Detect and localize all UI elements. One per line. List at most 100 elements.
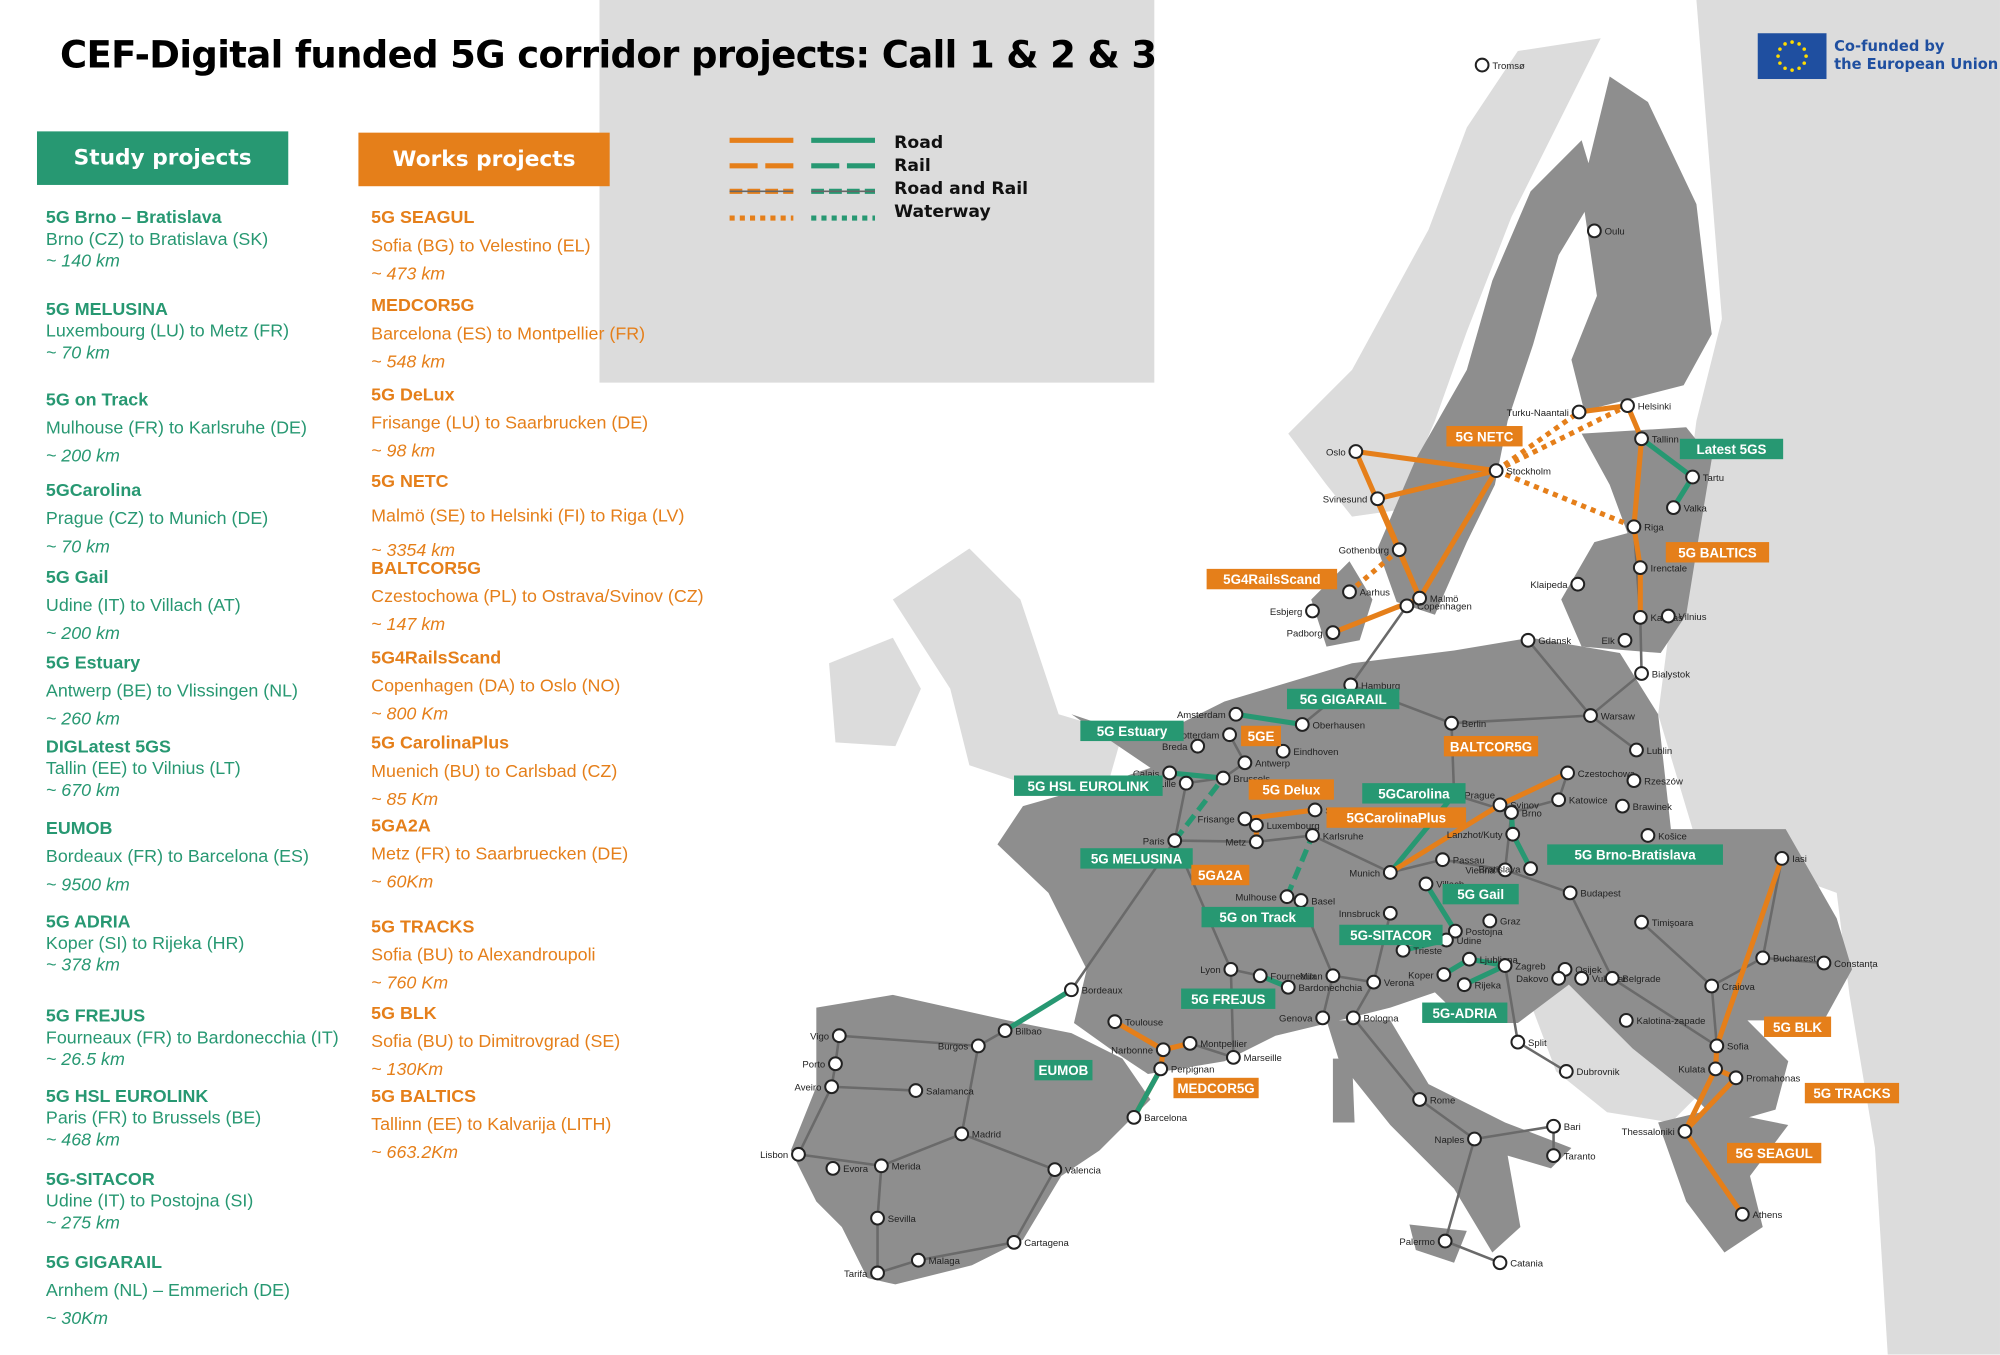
city-dot-icon: [1345, 1010, 1361, 1026]
city-label: Amsterdam: [1177, 710, 1226, 721]
project-entry: 5G SEAGUL Sofia (BG) to Velestino (EL) ~ 4…: [371, 207, 590, 285]
city-dot-icon: [1617, 632, 1633, 648]
city-label: Warsaw: [1601, 711, 1635, 722]
city-label: Tartu: [1703, 473, 1724, 484]
city-marker: Tallinn: [1634, 431, 1679, 447]
city-label: Kulata: [1678, 1065, 1706, 1076]
city-label: Klaipeda: [1530, 580, 1568, 591]
project-length: ~ 30Km: [45, 1307, 108, 1328]
city-label: Salamanca: [926, 1086, 974, 1097]
star-icon: [1778, 47, 1782, 51]
project-route: Arnhem (NL) – Emmerich (DE): [45, 1279, 291, 1300]
city-dot-icon: [1248, 834, 1264, 850]
city-marker: Lille: [1159, 775, 1194, 791]
city-dot-icon: [970, 1038, 986, 1054]
city-label: Marseille: [1244, 1053, 1282, 1064]
city-dot-icon: [1634, 666, 1649, 681]
city-marker: Salamanca: [908, 1083, 974, 1098]
city-dot-icon: [1155, 1042, 1171, 1058]
city-dot-icon: [1275, 743, 1291, 759]
city-marker: Czestochowa: [1560, 765, 1636, 781]
city-label: Aarhus: [1360, 588, 1390, 599]
city-label: Oulu: [1605, 227, 1625, 238]
city-dot-icon: [1228, 706, 1244, 722]
city-dot-icon: [1223, 961, 1239, 977]
project-length: ~ 200 km: [45, 445, 120, 466]
project-length: ~ 200 km: [45, 622, 120, 643]
project-tag: MEDCOR5G: [1173, 1077, 1259, 1099]
city-marker: Marseille: [1226, 1049, 1282, 1065]
city-marker: Burgos: [938, 1038, 986, 1054]
city-label: Timişoara: [1652, 918, 1694, 929]
city-marker: Aveiro: [795, 1079, 840, 1095]
city-label: Bardonechchia: [1298, 983, 1362, 994]
project-entry: BALTCOR5G Czestochowa (PL) to Ostrava/Svi…: [371, 557, 703, 635]
city-label: Tallinn: [1652, 435, 1679, 446]
city-label: Oslo: [1326, 447, 1346, 458]
city-marker: Perpignan: [1153, 1061, 1214, 1077]
project-length: ~ 85 Km: [371, 788, 439, 809]
project-tag: EUMOB: [1034, 1059, 1093, 1081]
star-icon: [1790, 68, 1794, 72]
city-marker: Helsinki: [1620, 398, 1671, 414]
city-marker: Lyon: [1200, 961, 1239, 977]
project-name: 5G SEAGUL: [371, 206, 475, 228]
project-route: Czestochowa (PL) to Ostrava/Svinov (CZ): [371, 585, 704, 606]
city-label: Rome: [1430, 1095, 1455, 1106]
city-marker: Verona: [1366, 974, 1415, 990]
project-tag-label: 5G on Track: [1219, 910, 1296, 925]
city-marker: Tromsø: [1474, 57, 1525, 73]
city-marker: Bilbao: [997, 1023, 1042, 1039]
city-label: Valka: [1684, 503, 1708, 514]
project-tag-label: 5G Gail: [1457, 887, 1504, 902]
city-dot-icon: [1461, 951, 1477, 967]
city-label: Narbonne: [1111, 1046, 1153, 1057]
city-label: Copenhagen: [1417, 602, 1472, 613]
city-dot-icon: [910, 1252, 926, 1268]
city-label: Bilbao: [1015, 1026, 1042, 1037]
project-route: Koper (SI) to Rijeka (HR): [45, 932, 245, 953]
city-dot-icon: [1418, 876, 1434, 892]
city-marker: Innsbruck: [1339, 905, 1398, 921]
eu-cofunded-text: Co-funded by the European Union: [1834, 37, 1998, 73]
project-length: ~ 473 km: [371, 262, 446, 284]
city-marker: Rome: [1412, 1092, 1455, 1107]
project-entry: 5G4RailsScand Copenhagen (DA) to Oslo (NO…: [371, 647, 620, 725]
city-dot-icon: [1215, 770, 1231, 786]
city-marker: Constanța: [1816, 955, 1878, 971]
project-name: 5G4RailsScand: [371, 646, 502, 668]
city-marker: Frisange: [1198, 811, 1253, 827]
city-marker: Palermo: [1399, 1233, 1453, 1249]
city-dot-icon: [1437, 1233, 1453, 1249]
city-marker: Oberhausen: [1294, 717, 1365, 732]
city-dot-icon: [1640, 828, 1656, 843]
city-marker: Bari: [1546, 1118, 1581, 1134]
city-dot-icon: [1190, 738, 1206, 754]
city-marker: Stockholm: [1488, 463, 1551, 479]
project-route: Udine (IT) to Postojna (SI): [45, 1190, 254, 1211]
city-dot-icon: [1620, 398, 1635, 414]
project-entry: 5G Estuary Antwerp (BE) to Vlissingen (NL…: [46, 652, 298, 730]
project-entry: 5GCarolina Prague (CZ) to Munich (DE) ~ 70…: [46, 480, 268, 558]
city-marker: Basel: [1293, 893, 1335, 908]
city-marker: Svinesund: [1323, 491, 1385, 507]
project-name: 5G MELUSINA: [45, 298, 168, 319]
project-route: Barcelona (ES) to Montpellier (FR): [371, 322, 646, 344]
city-dot-icon: [1546, 1118, 1561, 1134]
city-label: Košice: [1658, 831, 1687, 842]
project-name: 5G ADRIA: [45, 910, 131, 932]
city-dot-icon: [824, 1079, 840, 1095]
city-marker: Tarifa: [844, 1265, 885, 1281]
city-marker: Karlsruhe: [1305, 828, 1364, 843]
project-route: Sofia (BG) to Velestino (EL): [371, 234, 591, 256]
city-dot-icon: [1280, 979, 1296, 995]
city-marker: Antwerp: [1237, 755, 1290, 771]
non-eu-land: [829, 637, 921, 747]
project-route: Luxembourg (LU) to Metz (FR): [45, 320, 290, 341]
city-label: Catania: [1510, 1259, 1544, 1270]
city-label: Valencia: [1065, 1165, 1102, 1176]
city-dot-icon: [1666, 500, 1681, 516]
project-name: BALTCOR5G: [371, 557, 481, 578]
project-name: 5G BLK: [371, 1002, 437, 1023]
city-marker: Klaipeda: [1530, 576, 1586, 592]
